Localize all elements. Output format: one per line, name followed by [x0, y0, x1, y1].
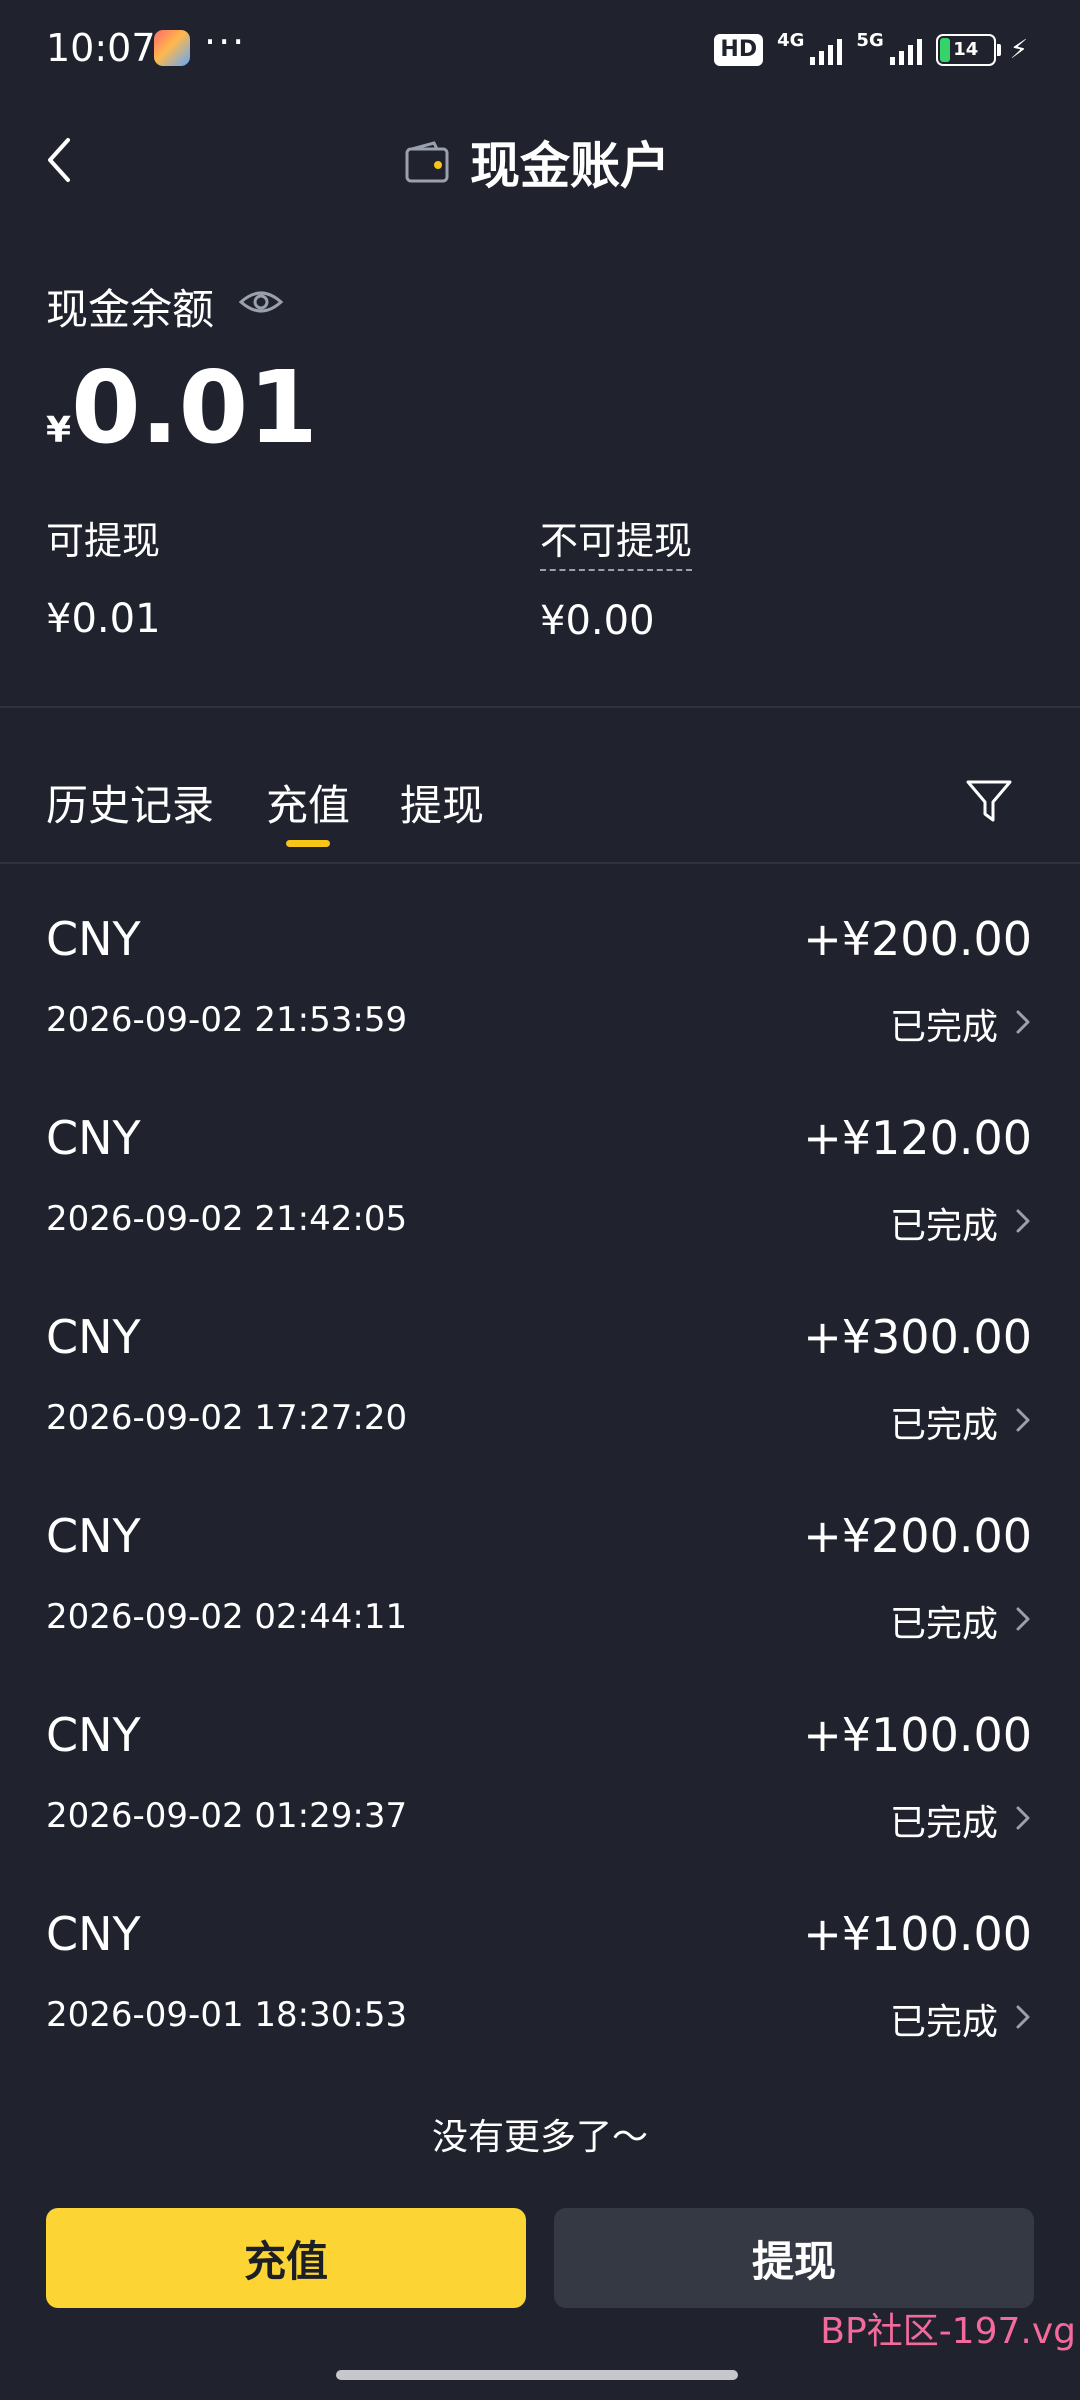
chevron-right-icon — [1016, 1607, 1030, 1631]
currency-symbol: ¥ — [46, 410, 72, 451]
recharge-button[interactable]: 充值 — [46, 2208, 526, 2308]
chevron-right-icon — [1016, 2005, 1030, 2029]
game-app-icon — [154, 30, 190, 66]
chevron-right-icon — [1016, 1209, 1030, 1233]
status-indicators: HD 4G 5G 14 ⚡ — [714, 30, 1028, 70]
active-tab-indicator — [286, 840, 330, 847]
list-item[interactable]: CNY +¥100.00 2026-09-01 18:30:53 已完成 — [0, 1885, 1080, 2084]
record-time: 2026-09-02 21:42:05 — [46, 1199, 408, 1239]
signal-bars-icon — [889, 35, 922, 65]
eye-icon[interactable] — [238, 282, 284, 322]
network-4g-label: 4G — [777, 29, 805, 51]
record-amount: +¥300.00 — [803, 1310, 1032, 1364]
list-item[interactable]: CNY +¥120.00 2026-09-02 21:42:05 已完成 — [0, 1089, 1080, 1288]
charging-bolt-icon: ⚡ — [1009, 35, 1028, 65]
tabs-divider — [0, 862, 1080, 864]
tab-history[interactable]: 历史记录 — [46, 772, 214, 833]
record-currency: CNY — [46, 1310, 141, 1364]
home-indicator[interactable] — [336, 2370, 738, 2380]
filter-icon[interactable] — [964, 776, 1014, 826]
record-time: 2026-09-01 18:30:53 — [46, 1995, 408, 2035]
watermark-text: BP社区-197.vg — [820, 2311, 1076, 2352]
record-time: 2026-09-02 01:29:37 — [46, 1796, 408, 1836]
chevron-right-icon — [1016, 1408, 1030, 1432]
battery-icon: 14 — [935, 34, 1001, 66]
tab-withdraw[interactable]: 提现 — [400, 772, 484, 833]
wallet-icon — [405, 141, 449, 183]
signal-bars-icon — [810, 35, 843, 65]
record-currency: CNY — [46, 1708, 141, 1762]
cash-balance-amount: ¥0.01 — [46, 358, 318, 458]
record-currency: CNY — [46, 1907, 141, 1961]
more-notifications-icon: ··· — [204, 20, 247, 64]
withdraw-button[interactable]: 提现 — [554, 2208, 1034, 2308]
chevron-right-icon — [1016, 1806, 1030, 1830]
tab-recharge[interactable]: 充值 — [266, 772, 350, 833]
network-5g-label: 5G — [856, 29, 884, 51]
record-amount: +¥100.00 — [803, 1708, 1032, 1762]
balance-value: 0.01 — [71, 349, 318, 466]
record-currency: CNY — [46, 912, 141, 966]
record-time: 2026-09-02 02:44:11 — [46, 1597, 408, 1637]
record-status: 已完成 — [889, 2002, 998, 2043]
hd-badge: HD — [714, 34, 764, 66]
record-status: 已完成 — [889, 1604, 998, 1645]
back-arrow-icon[interactable] — [40, 130, 80, 190]
record-status: 已完成 — [889, 1405, 998, 1446]
withdrawable-value: ¥0.01 — [46, 596, 161, 642]
cash-balance-label: 现金余额 — [46, 285, 215, 334]
withdrawable-label: 可提现 — [46, 519, 161, 563]
non-withdrawable-value: ¥0.00 — [540, 598, 655, 644]
record-status: 已完成 — [889, 1206, 998, 1247]
record-amount: +¥120.00 — [803, 1111, 1032, 1165]
status-time: 10:07 — [46, 26, 156, 70]
record-amount: +¥100.00 — [803, 1907, 1032, 1961]
record-currency: CNY — [46, 1111, 141, 1165]
record-status: 已完成 — [889, 1803, 998, 1844]
no-more-label: 没有更多了～ — [431, 2117, 648, 2158]
non-withdrawable-label[interactable]: 不可提现 — [540, 510, 693, 571]
record-status: 已完成 — [889, 1007, 998, 1048]
section-divider — [0, 706, 1080, 708]
record-amount: +¥200.00 — [803, 912, 1032, 966]
list-item[interactable]: CNY +¥300.00 2026-09-02 17:27:20 已完成 — [0, 1288, 1080, 1487]
chevron-right-icon — [1016, 1010, 1030, 1034]
record-currency: CNY — [46, 1509, 141, 1563]
record-amount: +¥200.00 — [803, 1509, 1032, 1563]
record-time: 2026-09-02 17:27:20 — [46, 1398, 408, 1438]
page-title: 现金账户 — [470, 137, 670, 195]
list-item[interactable]: CNY +¥100.00 2026-09-02 01:29:37 已完成 — [0, 1686, 1080, 1885]
list-item[interactable]: CNY +¥200.00 2026-09-02 02:44:11 已完成 — [0, 1487, 1080, 1686]
record-time: 2026-09-02 21:53:59 — [46, 1000, 408, 1040]
list-item[interactable]: CNY +¥200.00 2026-09-02 21:53:59 已完成 — [0, 890, 1080, 1089]
